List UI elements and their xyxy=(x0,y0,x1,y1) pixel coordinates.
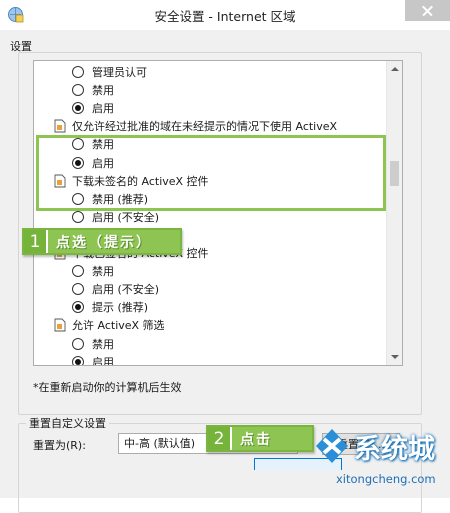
option-label: 禁用 xyxy=(92,84,114,98)
option-label: 启用 xyxy=(92,355,114,366)
radio-option[interactable]: 启用 (不安全) xyxy=(72,280,159,298)
scroll-down-arrow-icon[interactable] xyxy=(387,349,402,365)
radio-selected-icon[interactable] xyxy=(72,301,84,314)
radio-unselected-icon[interactable] xyxy=(72,265,84,278)
scroll-up-arrow-icon[interactable] xyxy=(387,61,402,77)
option-label: 启用 (不安全) xyxy=(92,283,160,297)
radio-option[interactable]: 启用 xyxy=(72,99,114,117)
option-label: 启用 xyxy=(92,102,114,116)
step-1-callout: 1 点选（提示） xyxy=(22,228,182,255)
option-label: 管理员认可 xyxy=(92,66,147,79)
setting-page-icon xyxy=(54,318,66,332)
radio-unselected-icon[interactable] xyxy=(72,283,84,296)
option-label: 允许 ActiveX 筛选 xyxy=(72,319,165,333)
reset-to-label: 重置为(R): xyxy=(33,439,86,452)
step-1-text: 点选（提示） xyxy=(56,234,152,251)
watermark-brand: 系统城 xyxy=(354,434,435,465)
radio-option[interactable]: 禁用 xyxy=(72,262,114,280)
security-level-value: 中-高 (默认值) xyxy=(124,437,196,450)
site-watermark: 系统城 xitongcheng.com xyxy=(312,422,450,498)
radio-option[interactable]: 提示 (推荐) xyxy=(72,298,148,316)
unsigned-activex-highlight xyxy=(36,135,386,211)
option-label: 启用 (不安全) xyxy=(92,210,160,224)
step-2-callout: 2 点击 xyxy=(206,425,314,452)
step-2-text: 点击 xyxy=(240,431,272,448)
step-2-number: 2 xyxy=(208,427,232,450)
window-title: 安全设置 - Internet 区域 xyxy=(154,9,296,24)
step-1-number: 1 xyxy=(24,230,48,253)
option-label: 禁用 xyxy=(92,337,114,351)
title-bar: 安全设置 - Internet 区域 xyxy=(0,0,450,30)
radio-unselected-icon[interactable] xyxy=(72,337,84,350)
reset-group-title: 重置自定义设置 xyxy=(26,415,109,431)
close-button[interactable] xyxy=(405,0,450,21)
restart-footnote: *在重新启动你的计算机后生效 xyxy=(33,381,182,394)
radio-option[interactable]: 禁用 xyxy=(72,81,114,99)
vertical-scrollbar[interactable] xyxy=(386,61,402,365)
scrollbar-thumb[interactable] xyxy=(390,161,399,186)
setting-page-icon xyxy=(54,119,66,133)
watermark-url: xitongcheng.com xyxy=(336,472,436,486)
radio-option[interactable]: 禁用 xyxy=(72,335,114,353)
radio-selected-icon[interactable] xyxy=(72,102,84,115)
radio-unselected-icon[interactable] xyxy=(72,84,84,97)
radio-option[interactable]: 管理员认可 xyxy=(72,63,147,81)
option-label: 提示 (推荐) xyxy=(92,301,149,315)
radio-unselected-icon[interactable] xyxy=(72,66,84,78)
setting-heading: 允许 ActiveX 筛选 xyxy=(54,316,165,334)
option-label: 禁用 xyxy=(92,265,114,279)
settings-list[interactable]: 管理员认可 禁用 启用 仅允许经过批准的域在未经提示的情况下使用 ActiveX 禁用启… xyxy=(33,60,403,366)
radio-selected-icon[interactable] xyxy=(72,355,84,365)
option-label: 仅允许经过批准的域在未经提示的情况下使用 ActiveX xyxy=(72,120,338,134)
radio-unselected-icon[interactable] xyxy=(72,210,84,223)
watermark-logo-icon xyxy=(316,429,348,463)
setting-heading: 仅允许经过批准的域在未经提示的情况下使用 ActiveX xyxy=(54,117,337,135)
radio-option[interactable]: 启用 xyxy=(72,353,114,366)
